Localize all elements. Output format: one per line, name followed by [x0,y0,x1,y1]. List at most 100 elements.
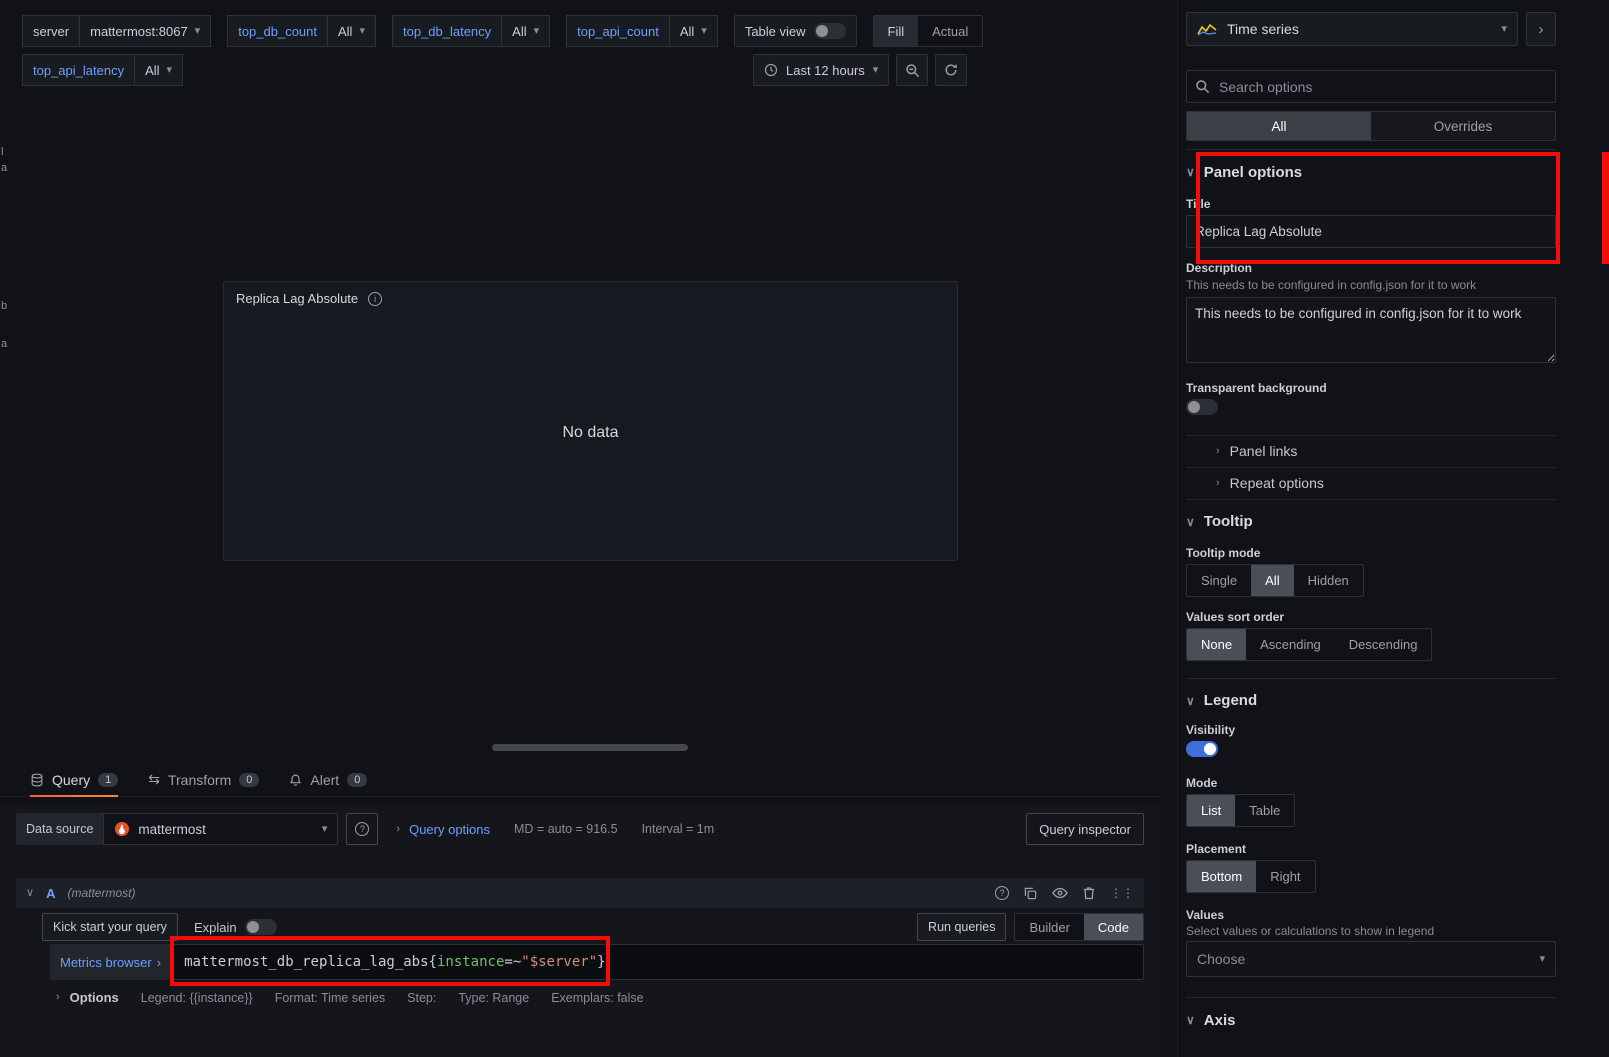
values-sort-group: None Ascending Descending [1186,628,1432,661]
metrics-browser-button[interactable]: Metrics browser › [50,944,171,980]
refresh-button[interactable] [935,54,967,86]
legend-mode-list[interactable]: List [1187,795,1235,826]
kick-start-query-button[interactable]: Kick start your query [42,913,178,941]
panel-options-sidebar: Time series ▾ › All Overrides ∨ Panel op… [1177,0,1609,1057]
values-sort-descending[interactable]: Descending [1335,629,1432,660]
chevron-right-icon: › [56,992,60,1003]
dashboard-variables-row-2: top_api_latency All▾ [22,54,183,86]
bell-icon [289,773,302,787]
variable-top-db-count: top_db_count All▾ [227,15,376,47]
variable-top-api-count-value-dropdown[interactable]: All▾ [669,15,718,47]
editor-tabs: Query 1 ⇆ Transform 0 Alert 0 [0,763,1160,797]
query-datasource-hint: (mattermost) [67,886,135,900]
title-field-label: Title [1186,197,1556,211]
visualization-picker[interactable]: Time series ▾ [1186,12,1518,46]
dashboard-variables-row-1: server mattermost:8067▾ top_db_count All… [22,15,983,47]
eye-icon[interactable] [1052,887,1068,899]
drag-handle-icon[interactable]: ⋮⋮ [1110,886,1134,900]
query-options-interval: Interval = 1m [642,822,715,836]
panel-title-input[interactable] [1186,215,1556,248]
duplicate-query-icon[interactable] [1024,887,1037,900]
tooltip-header[interactable]: ∨ Tooltip [1186,512,1556,532]
legend-visibility-switch[interactable] [1186,741,1218,757]
query-expression-row: Metrics browser › mattermost_db_replica_… [50,944,1144,980]
values-sort-label: Values sort order [1186,610,1556,624]
datasource-picker[interactable]: mattermost ▾ [103,813,338,845]
variable-top-db-latency-value-dropdown[interactable]: All▾ [501,15,550,47]
explain-switch[interactable] [245,919,277,935]
panel-links-row[interactable]: › Panel links [1186,435,1556,467]
tab-transform[interactable]: ⇆ Transform 0 [148,763,259,796]
search-options-input[interactable] [1186,70,1556,103]
variable-top-api-latency-value-dropdown[interactable]: All▾ [134,54,183,86]
run-queries-button[interactable]: Run queries [917,913,1006,941]
values-sort-none[interactable]: None [1187,629,1246,660]
table-view-switch[interactable] [814,23,846,39]
chevron-right-icon: › [1216,478,1220,489]
search-options-box [1186,70,1556,103]
transform-count-badge: 0 [239,773,259,787]
panel-info-icon[interactable]: i [368,292,382,306]
tooltip-mode-all[interactable]: All [1251,565,1293,596]
chevron-right-icon: › [1216,446,1220,457]
tooltip-mode-hidden[interactable]: Hidden [1294,565,1363,596]
database-icon [30,773,44,787]
transparent-bg-label: Transparent background [1186,381,1556,395]
panel-options-header[interactable]: ∨ Panel options [1186,162,1556,182]
toggle-viz-pane-button[interactable]: › [1526,12,1556,46]
datasource-label: Data source [16,813,103,845]
tooltip-mode-single[interactable]: Single [1187,565,1251,596]
search-icon [1195,79,1210,94]
query-inspector-button[interactable]: Query inspector [1026,813,1144,845]
options-tab-overrides[interactable]: Overrides [1371,112,1555,140]
query-expression-input[interactable]: mattermost_db_replica_lag_abs{instance=~… [173,944,1144,980]
query-row-actions: ? ⋮⋮ [995,886,1134,900]
query-toolbar-row: Kick start your query Explain Run querie… [42,913,1144,941]
query-editor-section: Data source mattermost ▾ ? › Query optio… [0,805,1160,1057]
pane-size-option-actual[interactable]: Actual [918,16,982,46]
collapse-icon: ∨ [1186,695,1195,707]
variable-server-value-dropdown[interactable]: mattermost:8067▾ [79,15,211,47]
tab-query[interactable]: Query 1 [30,763,118,796]
help-icon: ? [355,822,369,836]
chevron-down-icon: ▾ [534,26,540,37]
legend-header[interactable]: ∨ Legend [1186,691,1556,711]
panel-resize-handle[interactable] [492,744,688,751]
variable-top-db-count-value-dropdown[interactable]: All▾ [327,15,376,47]
variable-top-db-latency: top_db_latency All▾ [392,15,550,47]
values-sort-ascending[interactable]: Ascending [1246,629,1335,660]
trash-icon[interactable] [1083,886,1095,900]
collapse-icon: ∨ [1186,516,1195,528]
time-range-picker[interactable]: Last 12 hours ▾ [753,54,889,86]
panel-description-textarea[interactable]: This needs to be configured in config.js… [1186,297,1556,363]
axis-header[interactable]: ∨ Axis [1186,1010,1556,1030]
expr-metric: mattermost_db_replica_lag_abs [184,954,428,970]
options-tab-all[interactable]: All [1187,112,1371,140]
options-label[interactable]: Options [70,990,119,1005]
clock-icon [764,63,778,77]
transparent-bg-switch[interactable] [1186,399,1218,415]
pane-size-option-fill[interactable]: Fill [874,16,919,46]
variable-top-api-latency: top_api_latency All▾ [22,54,183,86]
zoom-out-button[interactable] [896,54,928,86]
query-row-header[interactable]: ∨ A (mattermost) ? ⋮⋮ [16,878,1144,908]
editor-mode-builder[interactable]: Builder [1015,914,1083,940]
legend-placement-bottom[interactable]: Bottom [1187,861,1256,892]
panel-header[interactable]: Replica Lag Absolute i [224,282,957,315]
variable-top-db-latency-label: top_db_latency [392,15,502,47]
editor-mode-code[interactable]: Code [1084,914,1143,940]
query-help-icon[interactable]: ? [995,886,1009,900]
timeseries-chart-icon [1197,23,1217,36]
repeat-options-row[interactable]: › Repeat options [1186,467,1556,499]
variable-top-db-count-label: top_db_count [227,15,328,47]
tab-alert[interactable]: Alert 0 [289,763,367,796]
legend-values-select[interactable]: Choose ▾ [1186,941,1556,977]
legend-mode-table[interactable]: Table [1235,795,1294,826]
query-options-toggle[interactable]: Query options [409,822,490,837]
legend-placement-label: Placement [1186,842,1556,856]
datasource-help-button[interactable]: ? [346,813,378,845]
table-view-control: Table view [734,15,857,47]
legend-placement-right[interactable]: Right [1256,861,1314,892]
legend-section: ∨ Legend Visibility Mode List Table Plac… [1186,678,1556,998]
expr-label-value: "$server" [521,954,597,970]
